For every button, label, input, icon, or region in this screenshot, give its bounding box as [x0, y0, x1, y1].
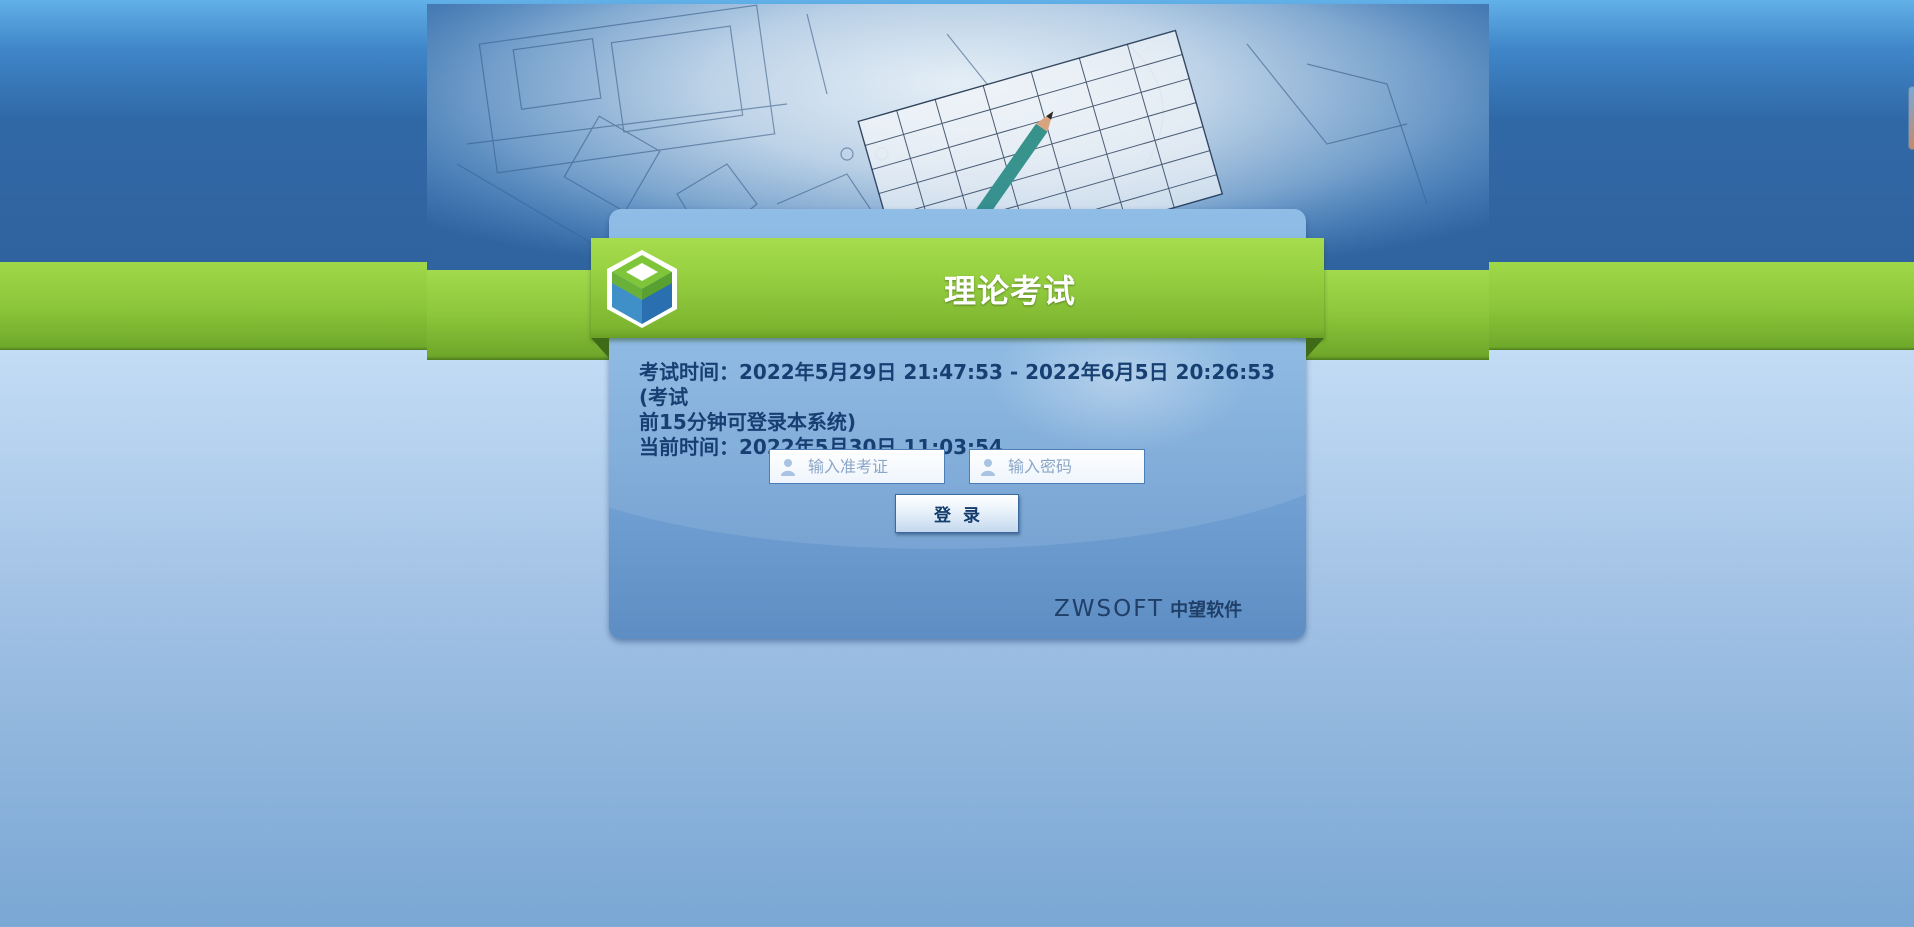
login-button[interactable]: 登录 [895, 494, 1019, 533]
brand-latin: ZWSOFT [1054, 596, 1165, 622]
brand-chinese: 中望软件 [1170, 600, 1243, 621]
banner-fold-left [591, 338, 609, 358]
ticket-input[interactable] [808, 450, 938, 483]
current-time: 当前时间：2022年5月30日 11:03:54 [639, 435, 1003, 459]
zwsoft-logo: ZWSOFT 中望软件 [1054, 596, 1242, 622]
password-input[interactable] [1008, 450, 1138, 483]
exam-time-line2: 前15分钟可登录本系统) [639, 410, 856, 434]
exam-time-line1: 考试时间：2022年5月29日 21:47:53 - 2022年6月5日 20:… [639, 360, 1276, 409]
cube-logo-icon [607, 250, 677, 328]
page-title: 理论考试 [943, 272, 1076, 310]
user-icon [981, 459, 995, 476]
banner-fold-right [1306, 338, 1324, 358]
user-icon [781, 459, 795, 476]
ticket-field[interactable] [769, 449, 945, 484]
side-floating-tab[interactable] [1908, 86, 1914, 150]
password-field[interactable] [969, 449, 1145, 484]
exam-info: 考试时间：2022年5月29日 21:47:53 - 2022年6月5日 20:… [639, 360, 1279, 460]
